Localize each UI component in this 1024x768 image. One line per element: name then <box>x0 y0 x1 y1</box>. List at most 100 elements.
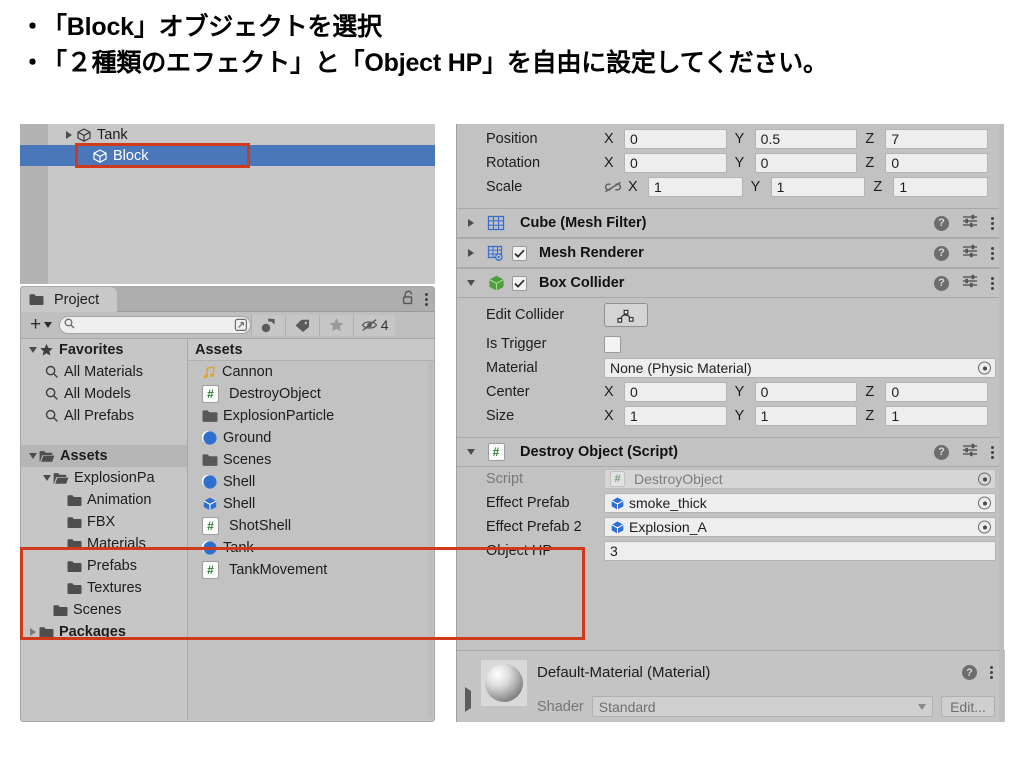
rotation-y-input[interactable]: 0 <box>754 153 858 173</box>
component-enabled-checkbox[interactable] <box>512 245 527 261</box>
tab-project[interactable]: Project <box>21 287 118 312</box>
tree-item-all-models[interactable]: All Models <box>21 383 187 405</box>
rotation-x-input[interactable]: 0 <box>624 153 727 173</box>
preset-icon[interactable] <box>962 214 978 232</box>
chevron-right-icon[interactable] <box>457 219 484 227</box>
component-enabled-checkbox[interactable] <box>512 275 527 291</box>
lock-open-icon[interactable] <box>402 290 415 310</box>
asset-item-tankmovement[interactable]: # TankMovement <box>188 559 434 581</box>
hidden-objects-button[interactable]: 4 <box>353 314 396 336</box>
collapse-icon[interactable] <box>234 318 248 337</box>
size-y-input[interactable]: 1 <box>754 406 858 426</box>
chevron-right-icon[interactable] <box>465 687 471 712</box>
center-z-input[interactable]: 0 <box>885 382 989 402</box>
object-picker-icon[interactable] <box>978 361 991 375</box>
script-objectfield[interactable]: # DestroyObject <box>604 469 996 489</box>
help-icon[interactable]: ? <box>934 275 949 291</box>
chevron-down-icon[interactable] <box>26 347 39 353</box>
asset-item-shotshell[interactable]: # ShotShell <box>188 515 434 537</box>
kebab-menu-icon[interactable] <box>991 276 994 290</box>
chevron-right-icon[interactable] <box>26 628 39 636</box>
preset-icon[interactable] <box>962 443 978 461</box>
tree-item-scenes[interactable]: Scenes <box>21 599 187 621</box>
hierarchy-item-label: Tank <box>97 126 128 143</box>
object-picker-icon[interactable] <box>978 472 991 486</box>
shader-dropdown[interactable]: Standard <box>591 696 933 717</box>
scale-y-input[interactable]: 1 <box>770 177 866 197</box>
kebab-menu-icon[interactable] <box>991 216 994 230</box>
tree-item-fbx[interactable]: FBX <box>21 511 187 533</box>
tree-item-label: Textures <box>87 580 142 596</box>
component-header-box-collider[interactable]: Box Collider ? <box>457 268 1004 298</box>
help-icon[interactable]: ? <box>934 444 949 460</box>
inspector-scrollbar[interactable] <box>999 124 1004 722</box>
filter-type-button[interactable] <box>251 314 286 336</box>
effect-prefab-objectfield[interactable]: smoke_thick <box>604 493 996 513</box>
size-z-input[interactable]: 1 <box>885 406 989 426</box>
asset-item-cannon[interactable]: Cannon <box>188 361 434 383</box>
asset-item-shell-material[interactable]: Shell <box>188 471 434 493</box>
asset-item-scenes[interactable]: Scenes <box>188 449 434 471</box>
component-header-destroy-object[interactable]: # Destroy Object (Script) ? <box>457 437 1004 467</box>
tree-item-label: All Prefabs <box>64 408 135 424</box>
component-header-mesh-filter[interactable]: Cube (Mesh Filter) ? <box>457 208 1004 238</box>
tree-item-favorites[interactable]: Favorites <box>21 339 187 361</box>
kebab-menu-icon[interactable] <box>991 445 994 459</box>
search-input[interactable] <box>79 318 220 332</box>
position-y-input[interactable]: 0.5 <box>754 129 858 149</box>
position-x-input[interactable]: 0 <box>624 129 727 149</box>
tree-item-all-materials[interactable]: All Materials <box>21 361 187 383</box>
project-scrollbar[interactable] <box>428 362 433 718</box>
preset-icon[interactable] <box>962 274 978 292</box>
scale-z-input[interactable]: 1 <box>893 177 989 197</box>
chevron-down-icon[interactable] <box>26 453 39 459</box>
asset-item-explosionparticle[interactable]: ExplosionParticle <box>188 405 434 427</box>
tree-item-animation[interactable]: Animation <box>21 489 187 511</box>
tree-item-assets[interactable]: Assets <box>21 445 187 467</box>
help-icon[interactable]: ? <box>934 215 949 231</box>
search-box[interactable] <box>59 316 252 337</box>
asset-item-tank[interactable]: Tank <box>188 537 434 559</box>
tree-item-all-prefabs[interactable]: All Prefabs <box>21 405 187 427</box>
object-picker-icon[interactable] <box>978 496 991 510</box>
tree-item-packages[interactable]: Packages <box>21 621 187 643</box>
center-y-input[interactable]: 0 <box>754 382 858 402</box>
chevron-down-icon[interactable] <box>457 280 484 286</box>
asset-item-shell-prefab[interactable]: Shell <box>188 493 434 515</box>
tree-item-materials[interactable]: Materials <box>21 533 187 555</box>
edit-collider-button[interactable] <box>604 303 648 327</box>
rotation-z-input[interactable]: 0 <box>885 153 989 173</box>
center-x-input[interactable]: 0 <box>624 382 727 402</box>
chevron-down-icon[interactable] <box>457 449 484 455</box>
create-asset-button[interactable]: + <box>23 314 59 336</box>
filter-favorites-button[interactable] <box>319 314 354 336</box>
hierarchy-foldout-tank[interactable] <box>20 130 76 139</box>
position-z-input[interactable]: 7 <box>885 129 989 149</box>
kebab-menu-icon[interactable] <box>990 666 993 679</box>
help-icon[interactable]: ? <box>962 665 977 680</box>
tree-item-explosionparticle[interactable]: ExplosionPa <box>21 467 187 489</box>
object-picker-icon[interactable] <box>978 520 991 534</box>
shader-edit-button[interactable]: Edit... <box>941 696 995 717</box>
hierarchy-item-tank[interactable]: Tank <box>20 124 435 145</box>
chevron-down-icon[interactable] <box>40 475 53 481</box>
tree-item-prefabs[interactable]: Prefabs <box>21 555 187 577</box>
help-icon[interactable]: ? <box>934 245 949 261</box>
size-x-input[interactable]: 1 <box>624 406 727 426</box>
preset-icon[interactable] <box>962 244 978 262</box>
filter-label-button[interactable] <box>285 314 320 336</box>
kebab-menu-icon[interactable] <box>425 293 428 306</box>
asset-item-destroyobject[interactable]: # DestroyObject <box>188 383 434 405</box>
asset-item-ground[interactable]: Ground <box>188 427 434 449</box>
kebab-menu-icon[interactable] <box>991 246 994 260</box>
tree-item-textures[interactable]: Textures <box>21 577 187 599</box>
scale-x-input[interactable]: 1 <box>648 177 743 197</box>
link-broken-icon[interactable] <box>604 181 628 193</box>
chevron-right-icon[interactable] <box>457 249 484 257</box>
object-hp-input[interactable]: 3 <box>604 541 996 561</box>
effect-prefab-2-objectfield[interactable]: Explosion_A <box>604 517 996 537</box>
hierarchy-item-block[interactable]: Block <box>20 145 435 166</box>
collider-material-objectfield[interactable]: None (Physic Material) <box>604 358 996 378</box>
is-trigger-checkbox[interactable] <box>604 335 621 353</box>
component-header-mesh-renderer[interactable]: Mesh Renderer ? <box>457 238 1004 268</box>
